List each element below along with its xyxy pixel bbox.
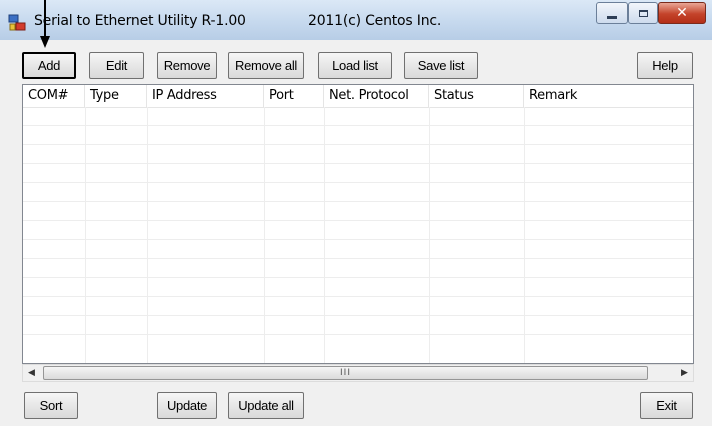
grid-divider xyxy=(429,107,430,363)
main-window: Serial to Ethernet Utility R-1.00 2011(c… xyxy=(0,0,712,426)
sort-button[interactable]: Sort xyxy=(24,392,78,419)
grid-row-line xyxy=(23,315,693,316)
add-button[interactable]: Add xyxy=(22,52,76,79)
grid-row-line xyxy=(23,220,693,221)
grid-row-line xyxy=(23,182,693,183)
scrollbar-grip: III xyxy=(340,368,351,378)
update-button[interactable]: Update xyxy=(157,392,217,419)
column-header-com[interactable]: COM# xyxy=(23,85,85,107)
column-header-net-protocol[interactable]: Net. Protocol xyxy=(324,85,429,107)
network-computer-icon xyxy=(8,14,26,31)
column-header-type[interactable]: Type xyxy=(85,85,147,107)
maximize-button[interactable] xyxy=(628,2,658,24)
scroll-left-button[interactable]: ◀ xyxy=(23,365,40,381)
grid-row-line xyxy=(23,201,693,202)
grid-row-line xyxy=(23,163,693,164)
scroll-right-arrow-icon: ▶ xyxy=(681,368,688,378)
column-header-ip-address[interactable]: IP Address xyxy=(147,85,264,107)
load-list-button[interactable]: Load list xyxy=(318,52,392,79)
grid-row-line xyxy=(23,258,693,259)
maximize-icon xyxy=(629,3,657,23)
grid-divider xyxy=(524,107,525,363)
ports-table[interactable]: COM# Type IP Address Port Net. Protocol … xyxy=(22,84,694,364)
edit-button[interactable]: Edit xyxy=(89,52,144,79)
grid-row-line xyxy=(23,334,693,335)
remove-all-button[interactable]: Remove all xyxy=(228,52,304,79)
grid-row-line xyxy=(23,144,693,145)
minimize-icon xyxy=(597,3,627,23)
update-all-button[interactable]: Update all xyxy=(228,392,304,419)
grid-divider xyxy=(324,107,325,363)
exit-button[interactable]: Exit xyxy=(640,392,693,419)
grid-divider xyxy=(147,107,148,363)
scroll-right-button[interactable]: ▶ xyxy=(676,365,693,381)
grid-divider xyxy=(85,107,86,363)
remove-button[interactable]: Remove xyxy=(157,52,217,79)
column-header-status[interactable]: Status xyxy=(429,85,524,107)
grid-row-line xyxy=(23,277,693,278)
down-arrow-icon xyxy=(40,0,50,48)
grid-divider xyxy=(264,107,265,363)
horizontal-scrollbar[interactable]: ◀ III ▶ xyxy=(22,364,694,382)
window-title: Serial to Ethernet Utility R-1.00 xyxy=(34,13,246,29)
grid-row-line xyxy=(23,239,693,240)
close-button[interactable]: ✕ xyxy=(658,2,706,24)
column-header-port[interactable]: Port xyxy=(264,85,324,107)
grid-row-line xyxy=(23,125,693,126)
save-list-button[interactable]: Save list xyxy=(404,52,478,79)
table-header: COM# Type IP Address Port Net. Protocol … xyxy=(23,85,693,108)
minimize-button[interactable] xyxy=(596,2,628,24)
grid-row-line xyxy=(23,296,693,297)
scrollbar-thumb[interactable]: III xyxy=(43,366,648,380)
column-header-remark[interactable]: Remark xyxy=(524,85,693,107)
close-icon: ✕ xyxy=(676,5,688,21)
help-button[interactable]: Help xyxy=(637,52,693,79)
window-copyright: 2011(c) Centos Inc. xyxy=(308,13,442,29)
scroll-left-arrow-icon: ◀ xyxy=(28,368,35,378)
title-bar[interactable]: Serial to Ethernet Utility R-1.00 2011(c… xyxy=(0,0,712,40)
